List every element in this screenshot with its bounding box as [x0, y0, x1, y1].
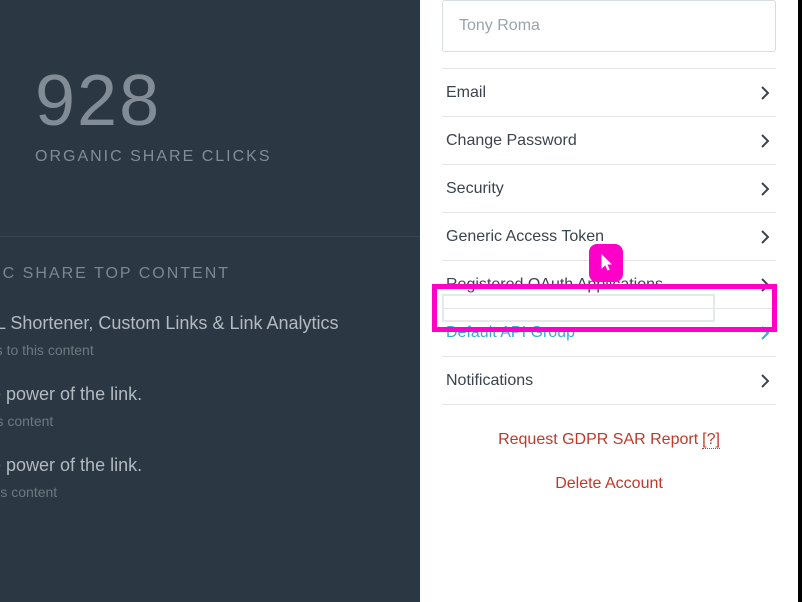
settings-label: Notifications [446, 372, 533, 390]
settings-row-notifications[interactable]: Notifications [442, 357, 776, 405]
content-subtitle: o this content [0, 413, 400, 429]
settings-row-generic-access-token[interactable]: Generic Access Token [442, 213, 776, 261]
chevron-right-icon [758, 374, 772, 388]
settings-label: Security [446, 180, 504, 198]
settings-sidebar: Tony Roma Email Change Password Security… [420, 0, 798, 602]
dashboard-dark-panel: 928 ORGANIC SHARE CLICKS ANIC SHARE TOP … [0, 0, 420, 602]
settings-row-security[interactable]: Security [442, 165, 776, 213]
content-title: The power of the link. [0, 455, 400, 476]
divider [0, 236, 420, 237]
content-subtitle: Links to this content [0, 342, 400, 358]
content-subtitle: to this content [0, 484, 400, 500]
settings-label: Registered OAuth Applications [446, 276, 663, 294]
stat-number: 928 [35, 60, 420, 142]
chevron-right-icon [758, 230, 772, 244]
content-item[interactable]: The power of the link. o this content [0, 384, 400, 429]
request-gdpr-link[interactable]: Request GDPR SAR Report[?] [498, 431, 720, 449]
settings-row-change-password[interactable]: Change Password [442, 117, 776, 165]
settings-label: Email [446, 84, 486, 102]
settings-label: Generic Access Token [446, 228, 604, 246]
chevron-right-icon [758, 86, 772, 100]
chevron-right-icon [758, 278, 772, 292]
window-edge [798, 0, 802, 602]
settings-row-default-api-group[interactable]: Default API Group [442, 309, 776, 357]
gdpr-label: Request GDPR SAR Report [498, 431, 698, 448]
help-icon[interactable]: [?] [702, 431, 720, 449]
content-item[interactable]: The power of the link. to this content [0, 455, 400, 500]
content-item[interactable]: URL Shortener, Custom Links & Link Analy… [0, 313, 400, 358]
display-name-input[interactable]: Tony Roma [442, 0, 776, 52]
stat-label: ORGANIC SHARE CLICKS [35, 148, 420, 166]
chevron-right-icon [758, 326, 772, 340]
settings-row-registered-oauth-apps[interactable]: Registered OAuth Applications [442, 261, 776, 309]
chevron-right-icon [758, 182, 772, 196]
chevron-right-icon [758, 134, 772, 148]
settings-row-email[interactable]: Email [442, 69, 776, 117]
delete-account-link[interactable]: Delete Account [555, 475, 663, 493]
top-content-heading: ANIC SHARE TOP CONTENT [0, 265, 400, 283]
content-title: The power of the link. [0, 384, 400, 405]
settings-label: Change Password [446, 132, 577, 150]
content-title: URL Shortener, Custom Links & Link Analy… [0, 313, 400, 334]
settings-label: Default API Group [446, 324, 575, 342]
